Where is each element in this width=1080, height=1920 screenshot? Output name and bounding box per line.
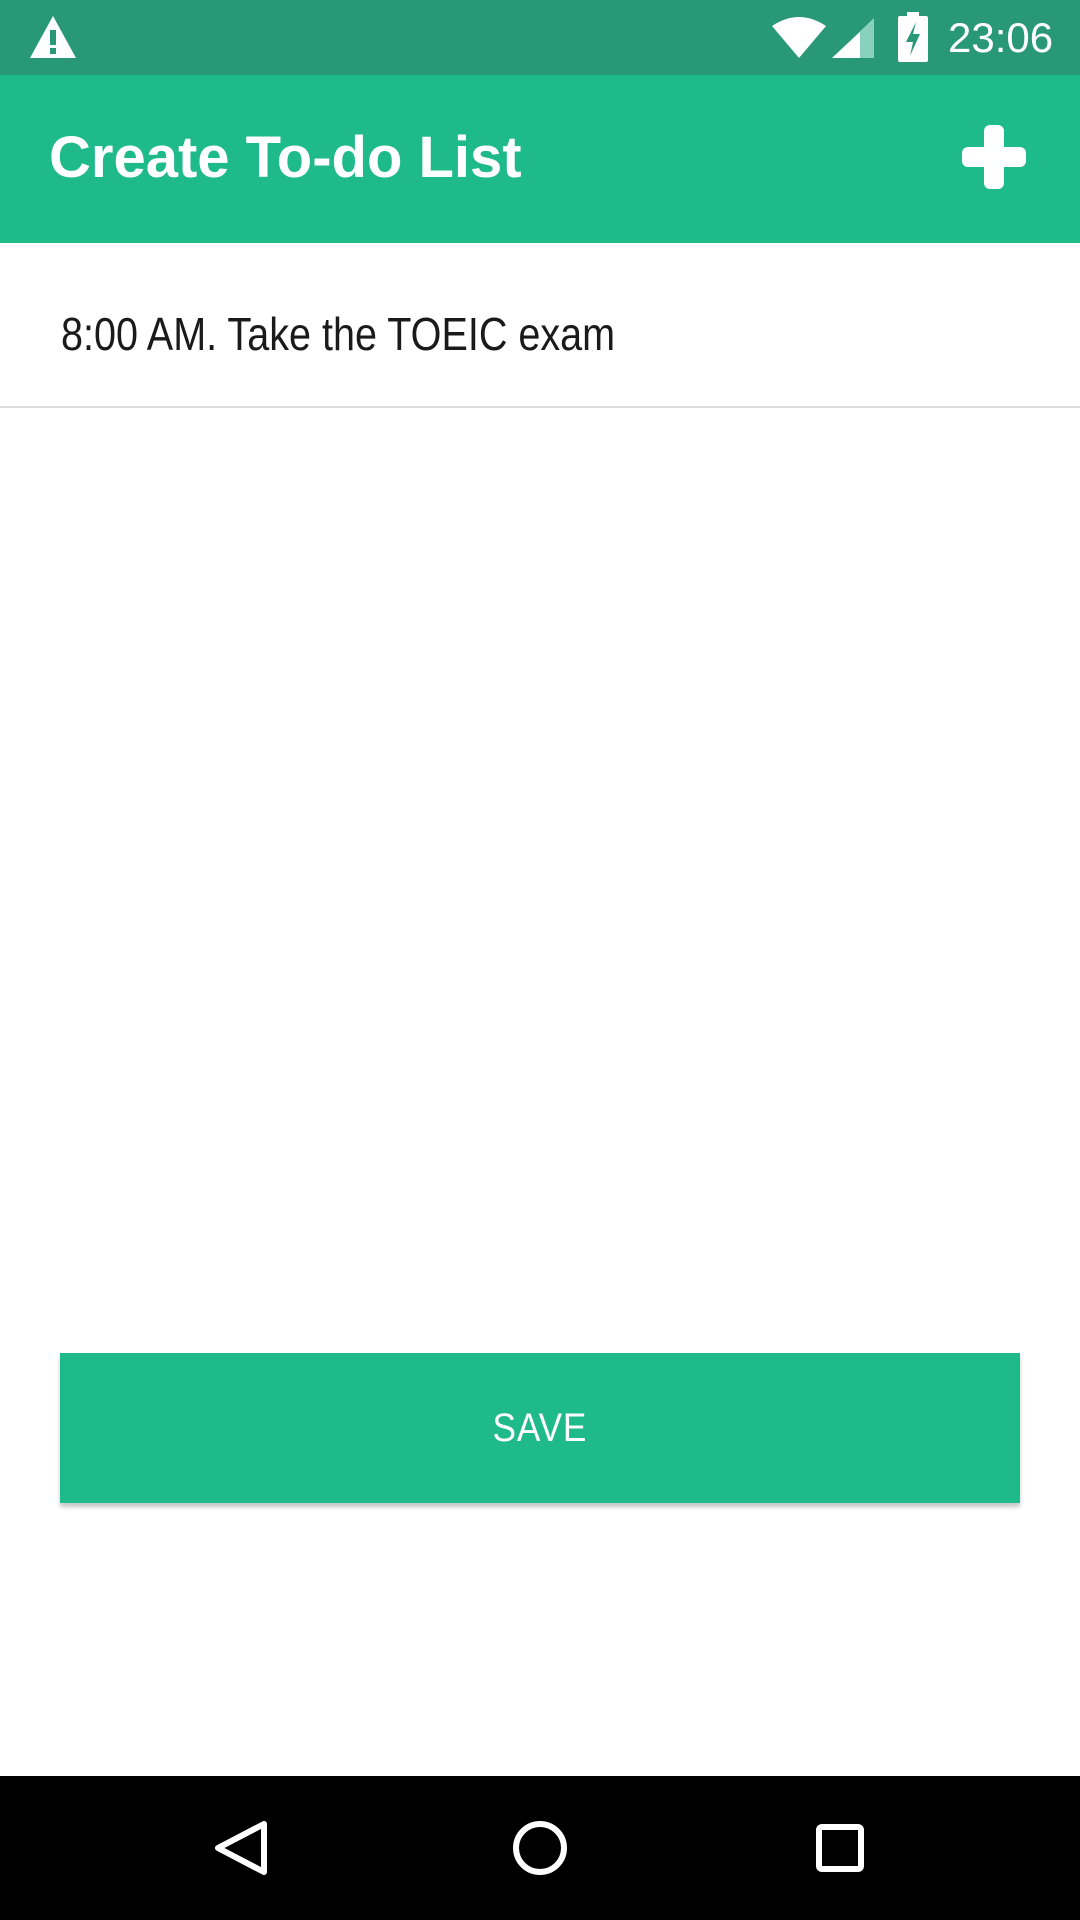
- app-bar: Create To-do List: [0, 75, 1080, 243]
- save-button-label: SAVE: [492, 1405, 588, 1450]
- warning-icon: [30, 16, 76, 58]
- save-button[interactable]: SAVE: [60, 1353, 1020, 1503]
- page-title: Create To-do List: [49, 125, 522, 190]
- status-bar: 23:06: [0, 0, 1080, 75]
- todo-list: 8:00 AM. Take the TOEIC exam: [0, 243, 1080, 408]
- screen: 23:06 Create To-do List 8:00 AM. Take th…: [0, 0, 1080, 1920]
- home-icon[interactable]: [490, 1798, 590, 1898]
- battery-charging-icon: [898, 12, 928, 62]
- cell-signal-icon: [832, 18, 874, 58]
- list-item[interactable]: 8:00 AM. Take the TOEIC exam: [0, 243, 1080, 408]
- recent-apps-icon[interactable]: [790, 1798, 890, 1898]
- todo-item-text: 8:00 AM. Take the TOEIC exam: [61, 308, 616, 360]
- status-time: 23:06: [948, 14, 1054, 61]
- navigation-bar: [0, 1776, 1080, 1920]
- back-icon[interactable]: [190, 1798, 290, 1898]
- wifi-icon: [772, 17, 826, 58]
- plus-icon[interactable]: [958, 121, 1030, 193]
